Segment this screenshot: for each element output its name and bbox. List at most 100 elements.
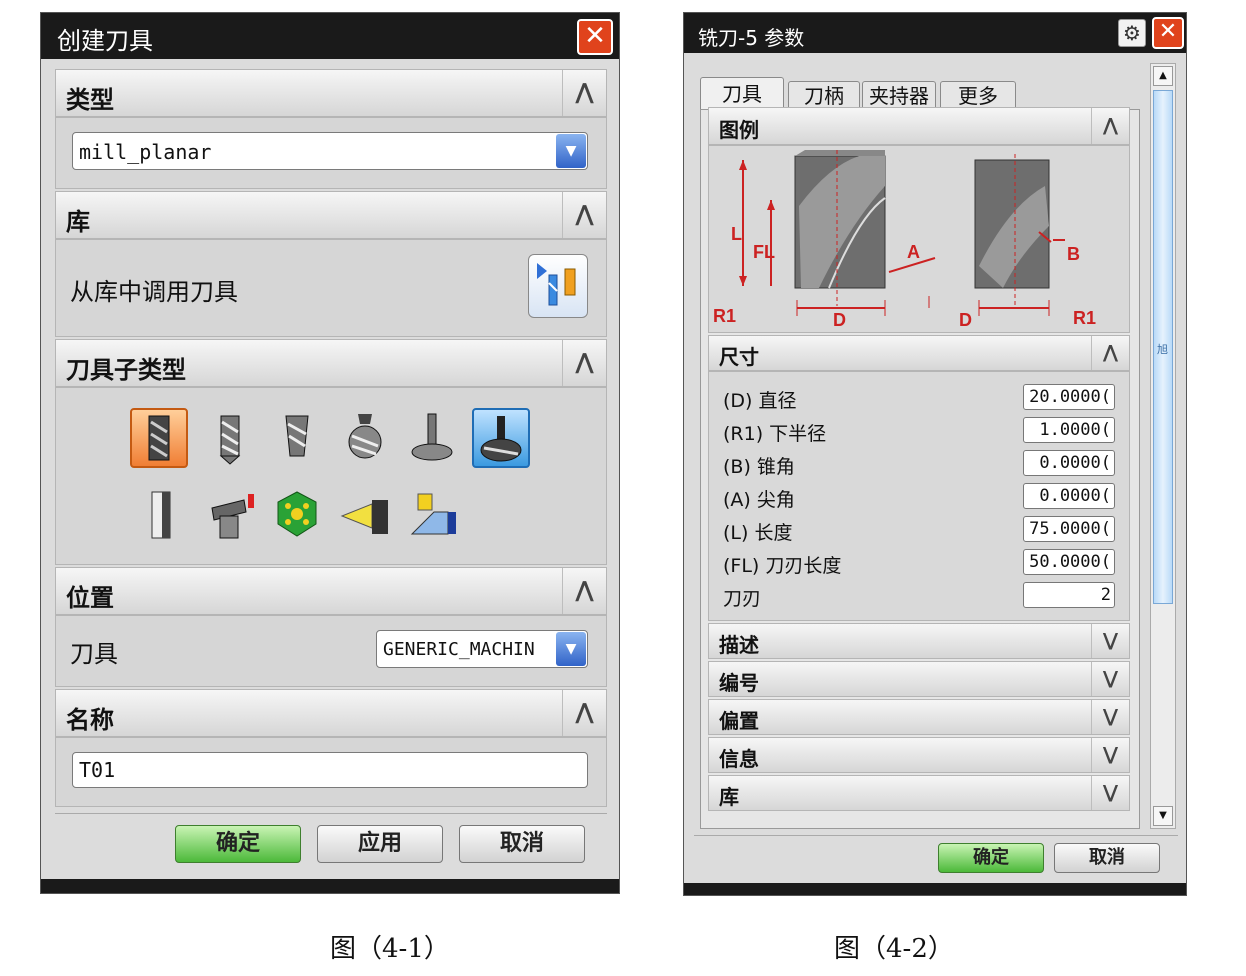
section-label: 库 xyxy=(66,208,90,236)
taper-tool-icon xyxy=(340,500,388,534)
subtype-section-header[interactable]: 刀具子类型 ⋀ xyxy=(55,339,607,387)
info-section-header[interactable]: 信息 ⋁ xyxy=(708,737,1130,773)
library-section-header[interactable]: 库 ⋀ xyxy=(55,191,607,239)
section-label: 刀具子类型 xyxy=(66,356,186,384)
subtype-thread-mill-tile[interactable] xyxy=(200,486,258,546)
scroll-down-button[interactable]: ▼ xyxy=(1153,806,1173,826)
chevron-up-icon[interactable]: ⋀ xyxy=(562,70,606,116)
chevron-down-icon[interactable]: ⋁ xyxy=(1091,776,1129,810)
cancel-button[interactable]: 取消 xyxy=(1054,843,1160,873)
lower-radius-input[interactable]: 1.0000( xyxy=(1023,417,1115,443)
dim-label: (R1) 下半径 xyxy=(723,423,827,445)
subtype-user-defined-tile[interactable] xyxy=(404,486,462,546)
subtype-chamfer-tile[interactable] xyxy=(268,408,326,468)
chevron-up-icon[interactable]: ⋀ xyxy=(1091,108,1129,144)
dimensions-section-body: (D) 直径 20.0000( (R1) 下半径 1.0000( (B) 锥角 … xyxy=(708,371,1130,621)
ok-button[interactable]: 确定 xyxy=(175,825,301,863)
chevron-down-icon[interactable]: ⋁ xyxy=(1091,700,1129,734)
taper-angle-input[interactable]: 0.0000( xyxy=(1023,450,1115,476)
name-input[interactable]: T01 xyxy=(72,752,588,788)
chevron-up-icon[interactable]: ⋀ xyxy=(562,192,606,238)
subtype-face-mill-tile[interactable] xyxy=(268,486,326,546)
flutes-input[interactable]: 2 xyxy=(1023,582,1115,608)
scroll-thumb[interactable]: 旭 xyxy=(1153,90,1173,604)
subtype-plain-tile[interactable] xyxy=(132,486,190,546)
plain-shank-icon xyxy=(151,491,171,539)
location-section-header[interactable]: 位置 ⋀ xyxy=(55,567,607,615)
dim-row-lower-radius: (R1) 下半径 1.0000( xyxy=(723,417,1115,445)
section-label: 尺寸 xyxy=(719,345,759,369)
legend-label-D-right: D xyxy=(959,310,972,330)
figure-caption-4-1: 图（4-1） xyxy=(330,934,450,964)
settings-button[interactable]: ⚙ xyxy=(1118,19,1146,47)
subtype-taper-tile[interactable] xyxy=(336,486,394,546)
section-label: 编号 xyxy=(719,671,759,695)
section-label: 图例 xyxy=(719,118,759,142)
legend-section-header[interactable]: 图例 ⋀ xyxy=(708,107,1130,145)
tab-holder[interactable]: 刀柄 xyxy=(788,81,860,109)
chamfer-mill-icon xyxy=(285,415,309,457)
window-bottom-border xyxy=(41,879,619,893)
legend-label-D-left: D xyxy=(833,310,846,330)
button-divider xyxy=(55,813,607,814)
dim-label: (FL) 刀刃长度 xyxy=(723,555,842,577)
tool-diagram: L FL A R1 D B D R1 xyxy=(713,150,1096,330)
tab-tool[interactable]: 刀具 xyxy=(700,77,784,109)
scroll-up-icon: ▲ xyxy=(1159,70,1167,81)
chevron-down-icon[interactable]: ⋁ xyxy=(1091,624,1129,658)
offset-section-header[interactable]: 偏置 ⋁ xyxy=(708,699,1130,735)
tab-clamp[interactable]: 夹持器 xyxy=(862,81,936,109)
figure-caption-4-2: 图（4-2） xyxy=(834,934,954,964)
location-tool-value: GENERIC_MACHIN xyxy=(383,639,535,660)
library-section-header[interactable]: 库 ⋁ xyxy=(708,775,1130,811)
cancel-button[interactable]: 取消 xyxy=(459,825,585,863)
description-section-header[interactable]: 描述 ⋁ xyxy=(708,623,1130,659)
mill-parameters-dialog: 铣刀-5 参数 ⚙ ✕ 刀具 刀柄 夹持器 更多 图例 ⋀ L FL A R1 … xyxy=(683,12,1187,896)
close-button[interactable]: ✕ xyxy=(577,19,613,55)
vertical-scrollbar[interactable]: ▲ 旭 ▼ xyxy=(1150,63,1176,829)
subtype-drill-mill-tile[interactable] xyxy=(200,408,258,468)
type-section-body: mill_planar ▼ xyxy=(55,117,607,189)
section-label: 信息 xyxy=(719,747,759,771)
dimensions-section-header[interactable]: 尺寸 ⋀ xyxy=(708,335,1130,371)
subtype-t-slot-tile[interactable] xyxy=(404,408,462,468)
scroll-up-button[interactable]: ▲ xyxy=(1153,66,1173,86)
chevron-up-icon[interactable]: ⋀ xyxy=(562,340,606,386)
library-tool-icon xyxy=(537,263,576,306)
legend-label-B: B xyxy=(1067,244,1080,264)
call-from-library-label: 从库中调用刀具 xyxy=(70,278,238,306)
dim-row-flutes: 刀刃 2 xyxy=(723,582,1115,610)
tip-angle-input[interactable]: 0.0000( xyxy=(1023,483,1115,509)
title-bar: 创建刀具 ✕ xyxy=(41,13,619,59)
tab-more[interactable]: 更多 xyxy=(940,81,1016,109)
subtype-ball-mill-tile[interactable] xyxy=(336,408,394,468)
t-slot-cutter-icon xyxy=(411,413,453,461)
length-input[interactable]: 75.0000( xyxy=(1023,516,1115,542)
chevron-down-icon[interactable]: ▼ xyxy=(556,134,586,168)
flute-length-input[interactable]: 50.0000( xyxy=(1023,549,1115,575)
chevron-up-icon[interactable]: ⋀ xyxy=(1091,336,1129,370)
number-section-header[interactable]: 编号 ⋁ xyxy=(708,661,1130,697)
type-combo[interactable]: mill_planar ▼ xyxy=(72,132,588,170)
apply-button[interactable]: 应用 xyxy=(317,825,443,863)
twist-drill-icon xyxy=(219,415,241,465)
window-bottom-border xyxy=(684,883,1186,895)
chevron-up-icon[interactable]: ⋀ xyxy=(562,690,606,736)
ok-button[interactable]: 确定 xyxy=(938,843,1044,873)
title-bar: 铣刀-5 参数 ⚙ ✕ xyxy=(684,13,1186,53)
chevron-up-icon[interactable]: ⋀ xyxy=(562,568,606,614)
subtype-barrel-tile[interactable] xyxy=(472,408,530,468)
type-section-header[interactable]: 类型 ⋀ xyxy=(55,69,607,117)
name-section-header[interactable]: 名称 ⋀ xyxy=(55,689,607,737)
diameter-input[interactable]: 20.0000( xyxy=(1023,384,1115,410)
dim-label: (A) 尖角 xyxy=(723,489,795,511)
subtype-mill-tile[interactable] xyxy=(130,408,188,468)
scroll-thumb-grip: 旭 xyxy=(1157,343,1168,356)
chevron-down-icon[interactable]: ⋁ xyxy=(1091,662,1129,696)
location-tool-combo[interactable]: GENERIC_MACHIN ▼ xyxy=(376,630,588,668)
button-divider xyxy=(694,835,1178,836)
close-button[interactable]: ✕ xyxy=(1152,17,1184,49)
chevron-down-icon[interactable]: ▼ xyxy=(556,632,586,666)
library-browse-button[interactable] xyxy=(528,254,588,318)
chevron-down-icon[interactable]: ⋁ xyxy=(1091,738,1129,772)
